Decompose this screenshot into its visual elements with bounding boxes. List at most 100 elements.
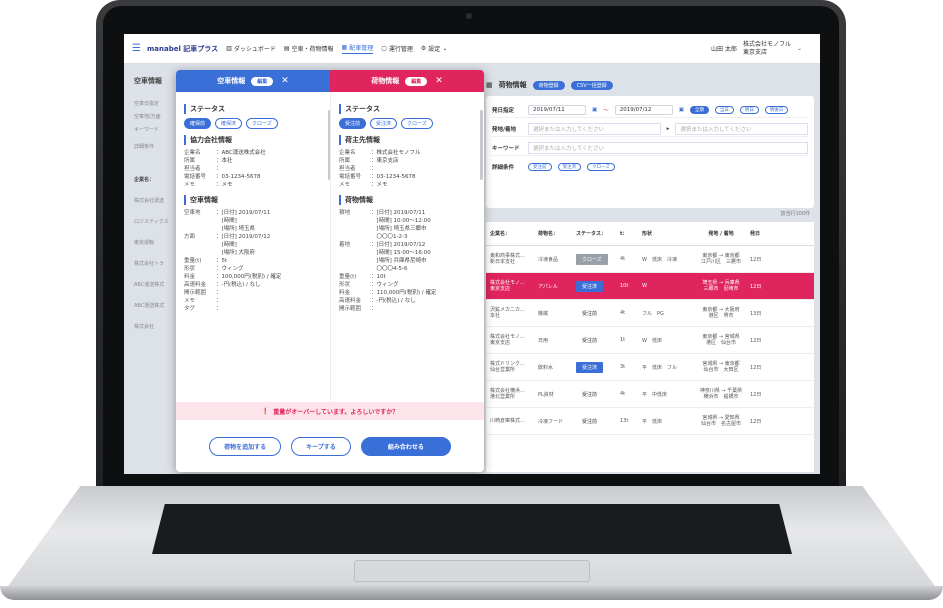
nav-dashboard[interactable]: ▥ ダッシュボード — [226, 44, 276, 53]
table-row[interactable]: 沢鉱メカニカ… 本社 機械 受注前 4t フル PG 東京都 → 大阪府 港区 堺市 13日 — [486, 300, 814, 327]
list-item[interactable]: 株式会社運送 — [134, 197, 179, 204]
calendar-icon[interactable]: ▣ — [592, 107, 597, 113]
status-chip[interactable]: 確保済 — [215, 118, 243, 129]
status-chip[interactable]: クローズ — [246, 118, 278, 129]
status-chip[interactable]: 受注済 — [370, 118, 398, 129]
date-chip[interactable]: 当日 — [714, 105, 734, 114]
table-row[interactable]: 株式会社モノ… 東京支店 日用 受注前 1t W 低床 東京都 → 宮城県 港区 仙台市 1… — [486, 327, 814, 354]
date-chip[interactable]: 全期 — [689, 105, 709, 114]
vacancy-panel: 空車情報 空車日指定 空車地/方面 キーワード 詳細条件 企業名： 株式会社運送… — [134, 76, 179, 466]
detail-row: 所属 ：本社 — [184, 157, 322, 165]
section-title: 空車情報 — [184, 195, 322, 205]
date-from-input[interactable]: 2019/07/11 — [528, 104, 586, 115]
col-status[interactable]: ステータス： — [576, 230, 620, 237]
cell-item: 冷凍食品 — [538, 256, 559, 263]
destination-select[interactable]: 選択または入力してください — [675, 122, 809, 135]
list-item[interactable]: ロジスティクス — [134, 218, 179, 225]
status-badge: 受注前 — [582, 391, 598, 398]
list-item[interactable]: ABC運送株式 — [134, 302, 179, 309]
table-row[interactable]: 株式会社横浜… 港北営業所 PL資材 受注前 4t 平 中低床 神奈川県 → 千葉県 横浜… — [486, 381, 814, 408]
detail-filter-row: 詳細条件 受注前 受注済 クローズ — [492, 159, 808, 175]
match-modal: 空車情報 編集 ✕ 荷物情報 編集 ✕ ステータス 確保前 確保済 クローズ 協… — [176, 70, 484, 472]
col-company[interactable]: 企業名： — [486, 231, 538, 237]
detail-key: 重量(t) — [339, 274, 357, 280]
detail-value: ：5t — [216, 258, 228, 264]
date-chip[interactable]: 明後日 — [764, 105, 789, 114]
cell-company: 東和商事株式… 新日本支社 — [490, 253, 526, 265]
status-chip[interactable]: 受注前 — [528, 163, 552, 171]
table-row[interactable]: 川崎倉庫株式… 冷凍フード 受注前 13t 平 低床 宮城県 → 愛知県 仙台市 名古屋市… — [486, 408, 814, 435]
table-row[interactable]: 株式ドリンク… 仙台営業所 飲料水 受注済 3t 平 低床 フル 宮城県 → 東京都 仙台… — [486, 354, 814, 381]
edit-button[interactable]: 編集 — [251, 76, 274, 86]
list-item[interactable]: 株式会社 — [134, 323, 179, 330]
col-route: 発地 / 着地 — [708, 230, 734, 237]
detail-key: 高速料金 — [184, 282, 207, 288]
list-item[interactable]: 東京運輸 — [134, 239, 179, 246]
modal-scrollbar[interactable] — [480, 110, 483, 350]
cell-shape: W 低床 冷凍 — [642, 256, 677, 263]
table-row[interactable]: 東和商事株式… 新日本支社 冷凍食品 クローズ 4t W 低床 冷凍 東京都 → 東京都 … — [486, 246, 814, 273]
date-to-input[interactable]: 2019/07/12 — [614, 104, 673, 115]
user-company: 株式会社モノフル 東京支店 — [742, 40, 791, 56]
status-chip[interactable]: クローズ — [401, 118, 433, 129]
add-cargo-button[interactable]: 荷物を追加する — [209, 436, 282, 456]
calendar-icon[interactable]: ▣ — [679, 107, 684, 113]
keyword-filter-row: キーワード 選択または入力してください — [492, 140, 808, 156]
detail-value: ： — [216, 290, 222, 296]
table-row[interactable]: 株式会社モノ… 東京支店 アパレル 受注済 10t W 埼玉県 → 兵庫県 三郷市 尼崎市… — [486, 273, 814, 300]
detail-value: ：東京支店 — [371, 158, 399, 164]
detail-value: ： — [216, 166, 222, 172]
detail-value: ： — [371, 306, 377, 312]
origin-select[interactable]: 選択または入力してください — [528, 122, 661, 135]
date-chip[interactable]: 明日 — [739, 105, 759, 114]
cell-route: 東京都 → 東京都 江戸川区 三鷹市 — [700, 253, 741, 265]
detail-key: 企業名 — [339, 150, 356, 156]
detail-value: ：メモ — [216, 182, 233, 188]
detail-row: 料金 ：110,000円(税別) / 確定 — [339, 289, 476, 297]
list-item[interactable]: 株式会社トラ — [134, 260, 179, 267]
col-item[interactable]: 荷物名： — [538, 230, 576, 237]
status-chip[interactable]: 受注前 — [339, 118, 367, 129]
filter-label: 空車日指定 — [134, 101, 160, 107]
match-button[interactable]: 組み合わせる — [360, 436, 451, 456]
hamburger-menu-icon[interactable]: ☰ — [132, 43, 141, 54]
detail-value: ： — [216, 298, 222, 304]
edit-button[interactable]: 編集 — [405, 76, 428, 86]
cell-status: 受注前 — [576, 389, 620, 400]
register-cargo-button[interactable]: 荷物登録 — [532, 80, 565, 90]
camera-icon — [466, 13, 472, 19]
detail-row: 開示範囲 ： — [339, 305, 476, 313]
close-icon[interactable]: ✕ — [435, 76, 443, 86]
nav-vacancy-cargo[interactable]: ▤ 空車・荷物情報 — [284, 44, 334, 53]
filter-label: キーワード — [134, 127, 160, 133]
cargo-title: 荷物情報 — [498, 81, 527, 89]
user-name: 山田 太郎 — [711, 46, 737, 53]
list-item[interactable]: ABC運送株式 — [134, 281, 179, 288]
keyword-input[interactable]: 選択または入力してください — [528, 141, 808, 154]
status-chip[interactable]: 確保前 — [184, 118, 212, 129]
col-day[interactable]: 発日 — [750, 230, 776, 237]
cargo-info: 積地 ：[日付] 2019/07/11 [時間] 10:00〜12:00 [場所]… — [339, 209, 476, 313]
nav-settings[interactable]: ⚙ 設定 ⌄ — [421, 44, 447, 53]
keep-button[interactable]: キープする — [291, 436, 351, 456]
status-chip[interactable]: クローズ — [587, 163, 615, 171]
nav-dispatch[interactable]: ▦ 配車管理 — [341, 43, 374, 54]
status-chip[interactable]: 受注済 — [557, 163, 581, 171]
nav-operation[interactable]: ▢ 運行管理 — [381, 44, 413, 53]
detail-key: 所属 — [339, 158, 351, 164]
date-filter-row: 発日指定 2019/07/11 ▣ 〜 2019/07/12 ▣ 全期 当日 明… — [492, 102, 808, 118]
user-menu[interactable]: 山田 太郎 株式会社モノフル 東京支店 ⌄ — [711, 41, 802, 57]
close-icon[interactable]: ✕ — [281, 76, 289, 86]
detail-row: 形状 ：ウィング — [184, 265, 322, 273]
app-logo[interactable]: manabel 記車プラス — [147, 44, 218, 54]
csv-import-button[interactable]: CSV一括登録 — [570, 80, 613, 90]
detail-row: 高速料金 ：-円(税込) / なし — [184, 281, 322, 289]
cell-shape: W — [642, 283, 647, 289]
detail-key: 電話番号 — [339, 174, 362, 180]
status-chips: 受注前 受注済 クローズ — [339, 118, 476, 129]
status-badge: 受注前 — [582, 337, 598, 344]
col-weight[interactable]: t： — [620, 230, 642, 237]
status-badge: 受注済 — [576, 361, 604, 373]
cell-route: 宮城県 → 東京都 仙台市 大田区 — [702, 361, 740, 373]
detail-value: ：メモ — [371, 182, 388, 188]
